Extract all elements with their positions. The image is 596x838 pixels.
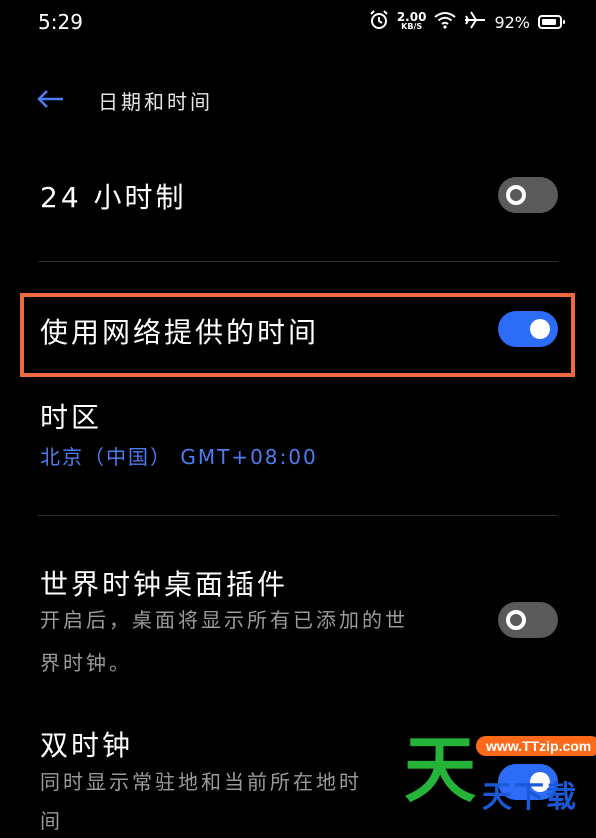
- back-button[interactable]: [30, 82, 70, 116]
- wifi-icon: [434, 11, 457, 33]
- dual-clock-label: 双时钟: [40, 729, 134, 762]
- app-header: 日期和时间: [0, 74, 596, 124]
- status-time: 5:29: [38, 10, 83, 34]
- hour24-toggle[interactable]: [498, 177, 558, 213]
- net-speed-value: 2.00: [396, 10, 427, 24]
- airplane-icon: [464, 10, 486, 34]
- toggle-knob: [506, 610, 526, 630]
- world-clock-desc-2: 界时钟。: [40, 651, 132, 675]
- timezone-value[interactable]: 北京（中国） GMT+08:00: [40, 441, 318, 470]
- toggle-knob: [506, 185, 526, 205]
- dual-clock-desc-2: 间: [40, 809, 63, 833]
- arrow-left-icon: [37, 90, 63, 108]
- world-clock-label: 世界时钟桌面插件: [40, 568, 289, 601]
- net-speed: 2.00 KB/S: [396, 10, 427, 32]
- world-clock-desc-1: 开启后，桌面将显示所有已添加的世: [40, 608, 408, 632]
- battery-icon: [538, 15, 565, 29]
- divider: [38, 515, 558, 516]
- world-clock-toggle[interactable]: [498, 602, 558, 638]
- watermark-big-char: 天: [404, 728, 477, 812]
- dual-clock-desc-1: 同时显示常驻地和当前所在地时: [40, 770, 362, 794]
- network-time-label: 使用网络提供的时间: [40, 316, 320, 349]
- watermark-badge: www.TTzip.com: [476, 736, 596, 756]
- timezone-label[interactable]: 时区: [40, 396, 102, 436]
- status-bar: 5:29 2.00 KB/S 92%: [0, 0, 596, 50]
- divider: [38, 261, 558, 262]
- watermark: 天 www.TTzip.com 天下载: [404, 730, 596, 822]
- toggle-knob: [530, 319, 550, 339]
- status-icons: 2.00 KB/S 92%: [369, 10, 565, 34]
- network-time-toggle[interactable]: [498, 311, 558, 347]
- alarm-icon: [369, 10, 389, 34]
- hour24-label: 24 小时制: [40, 181, 187, 214]
- battery-percent: 92%: [494, 12, 530, 32]
- page-title: 日期和时间: [98, 90, 213, 114]
- watermark-text: 天下载: [482, 780, 578, 815]
- net-speed-unit: KB/S: [401, 22, 423, 31]
